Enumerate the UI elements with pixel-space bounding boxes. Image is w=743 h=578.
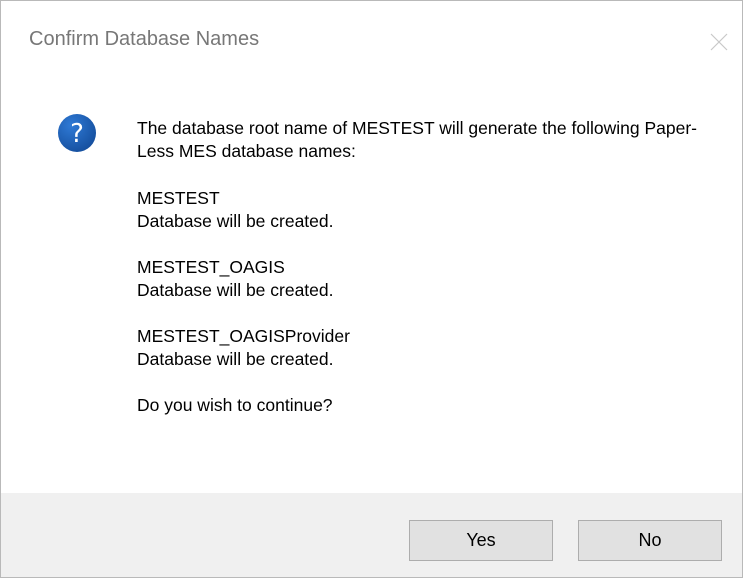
database-name: MESTEST bbox=[137, 188, 220, 208]
no-button[interactable]: No bbox=[578, 520, 722, 561]
database-name: MESTEST_OAGISProvider bbox=[137, 326, 350, 346]
yes-button[interactable]: Yes bbox=[409, 520, 553, 561]
database-entry: MESTEST Database will be created. bbox=[137, 187, 727, 233]
database-name: MESTEST_OAGIS bbox=[137, 257, 285, 277]
continue-question: Do you wish to continue? bbox=[137, 395, 333, 415]
dialog-message: The database root name of MESTEST will g… bbox=[137, 117, 727, 417]
message-intro: The database root name of MESTEST will g… bbox=[137, 118, 697, 161]
database-status: Database will be created. bbox=[137, 280, 334, 300]
database-status: Database will be created. bbox=[137, 349, 334, 369]
close-button[interactable] bbox=[696, 19, 742, 65]
title-bar: Confirm Database Names bbox=[1, 1, 742, 83]
svg-text:?: ? bbox=[70, 119, 84, 149]
dialog-title: Confirm Database Names bbox=[29, 28, 260, 50]
database-entry: MESTEST_OAGISProvider Database will be c… bbox=[137, 325, 727, 371]
confirm-dialog: Confirm Database Names ? The database ro… bbox=[0, 0, 743, 578]
question-icon: ? bbox=[57, 113, 97, 153]
database-status: Database will be created. bbox=[137, 211, 334, 231]
button-bar: Yes No bbox=[1, 493, 742, 577]
database-entry: MESTEST_OAGIS Database will be created. bbox=[137, 256, 727, 302]
close-icon bbox=[710, 33, 728, 51]
